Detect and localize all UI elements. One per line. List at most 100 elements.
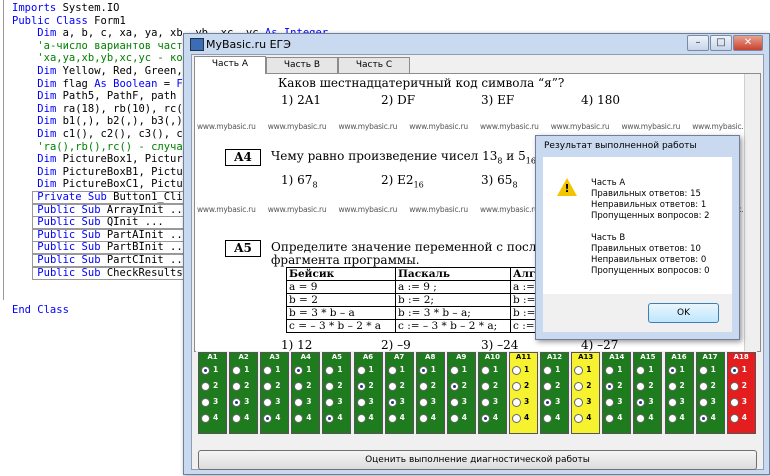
radio-circle-icon[interactable] — [263, 398, 273, 407]
answer-radio[interactable]: 3 — [605, 397, 629, 407]
radio-circle-icon[interactable] — [356, 414, 366, 423]
answer-radio[interactable]: 4 — [512, 413, 536, 423]
radio-circle-icon[interactable] — [201, 414, 210, 423]
answer-radio[interactable]: 4 — [201, 413, 225, 423]
answer-radio[interactable]: 4 — [543, 413, 567, 423]
answer-radio[interactable]: 3 — [356, 397, 381, 407]
radio-circle-icon[interactable] — [729, 398, 739, 407]
answer-radio[interactable]: 1 — [449, 365, 474, 375]
answer-radio[interactable]: 1 — [729, 365, 754, 375]
close-button[interactable]: ✕ — [733, 35, 763, 51]
radio-circle-icon[interactable] — [636, 382, 646, 391]
answer-radio[interactable]: 1 — [605, 365, 629, 375]
radio-circle-icon[interactable] — [605, 414, 615, 423]
radio-circle-icon[interactable] — [698, 414, 708, 423]
answer-radio[interactable]: 3 — [667, 397, 692, 407]
radio-circle-icon[interactable] — [667, 366, 677, 375]
radio-circle-icon[interactable] — [232, 382, 242, 391]
answer-radio[interactable]: 1 — [480, 365, 505, 375]
radio-circle-icon[interactable] — [418, 414, 428, 423]
radio-circle-icon[interactable] — [574, 366, 584, 375]
answer-radio[interactable]: 1 — [543, 365, 567, 375]
answer-radio[interactable]: 2 — [232, 381, 256, 391]
radio-circle-icon[interactable] — [418, 366, 428, 375]
tab-part-c[interactable]: Часть С — [338, 57, 410, 73]
radio-circle-icon[interactable] — [605, 382, 615, 391]
vertical-scrollbar[interactable] — [744, 74, 760, 351]
evaluate-button[interactable]: Оценить выполнение диагностической работ… — [198, 450, 757, 470]
answer-radio[interactable]: 2 — [543, 381, 567, 391]
radio-circle-icon[interactable] — [449, 382, 459, 391]
radio-circle-icon[interactable] — [543, 398, 553, 407]
answer-radio[interactable]: 4 — [418, 413, 443, 423]
maximize-button[interactable]: □ — [710, 35, 732, 51]
answer-radio[interactable]: 4 — [356, 413, 381, 423]
radio-circle-icon[interactable] — [449, 366, 459, 375]
radio-circle-icon[interactable] — [605, 398, 615, 407]
answer-radio[interactable]: 1 — [698, 365, 723, 375]
radio-circle-icon[interactable] — [387, 414, 397, 423]
ok-button[interactable]: OK — [648, 303, 719, 323]
radio-circle-icon[interactable] — [729, 382, 739, 391]
radio-circle-icon[interactable] — [201, 398, 210, 407]
radio-circle-icon[interactable] — [325, 382, 335, 391]
radio-circle-icon[interactable] — [667, 382, 677, 391]
answer-radio[interactable]: 1 — [636, 365, 660, 375]
radio-circle-icon[interactable] — [356, 366, 366, 375]
radio-circle-icon[interactable] — [263, 414, 273, 423]
radio-circle-icon[interactable] — [356, 382, 366, 391]
radio-circle-icon[interactable] — [729, 414, 739, 423]
answer-radio[interactable]: 2 — [512, 381, 536, 391]
answer-radio[interactable]: 4 — [636, 413, 660, 423]
radio-circle-icon[interactable] — [480, 382, 490, 391]
answer-radio[interactable]: 2 — [294, 381, 318, 391]
answer-radio[interactable]: 2 — [325, 381, 349, 391]
answer-radio[interactable]: 3 — [543, 397, 567, 407]
radio-circle-icon[interactable] — [605, 366, 615, 375]
radio-circle-icon[interactable] — [232, 398, 242, 407]
radio-circle-icon[interactable] — [449, 414, 459, 423]
radio-circle-icon[interactable] — [201, 366, 210, 375]
answer-radio[interactable]: 1 — [325, 365, 349, 375]
radio-circle-icon[interactable] — [512, 382, 521, 391]
radio-circle-icon[interactable] — [387, 398, 397, 407]
answer-radio[interactable]: 4 — [605, 413, 629, 423]
radio-circle-icon[interactable] — [263, 366, 273, 375]
answer-radio[interactable]: 2 — [574, 381, 598, 391]
answer-radio[interactable]: 2 — [356, 381, 381, 391]
radio-circle-icon[interactable] — [418, 398, 428, 407]
answer-radio[interactable]: 2 — [418, 381, 443, 391]
radio-circle-icon[interactable] — [574, 398, 584, 407]
answer-radio[interactable]: 1 — [387, 365, 412, 375]
tab-part-a[interactable]: Часть А — [194, 56, 266, 74]
answer-radio[interactable]: 2 — [263, 381, 287, 391]
answer-radio[interactable]: 3 — [636, 397, 660, 407]
tab-part-b[interactable]: Часть В — [266, 57, 338, 73]
radio-circle-icon[interactable] — [232, 414, 242, 423]
radio-circle-icon[interactable] — [667, 398, 677, 407]
answer-radio[interactable]: 3 — [263, 397, 287, 407]
radio-circle-icon[interactable] — [698, 366, 708, 375]
answer-radio[interactable]: 1 — [418, 365, 443, 375]
radio-circle-icon[interactable] — [512, 414, 521, 423]
radio-circle-icon[interactable] — [449, 398, 459, 407]
answer-radio[interactable]: 1 — [232, 365, 256, 375]
radio-circle-icon[interactable] — [636, 366, 646, 375]
answer-radio[interactable]: 4 — [480, 413, 505, 423]
radio-circle-icon[interactable] — [543, 382, 553, 391]
radio-circle-icon[interactable] — [574, 382, 584, 391]
radio-circle-icon[interactable] — [543, 414, 553, 423]
radio-circle-icon[interactable] — [729, 366, 739, 375]
radio-circle-icon[interactable] — [201, 382, 210, 391]
answer-radio[interactable]: 2 — [201, 381, 225, 391]
answer-radio[interactable]: 3 — [480, 397, 505, 407]
answer-radio[interactable]: 3 — [232, 397, 256, 407]
radio-circle-icon[interactable] — [512, 398, 521, 407]
answer-radio[interactable]: 3 — [574, 397, 598, 407]
answer-radio[interactable]: 3 — [387, 397, 412, 407]
radio-circle-icon[interactable] — [387, 366, 397, 375]
answer-radio[interactable]: 4 — [667, 413, 692, 423]
answer-radio[interactable]: 4 — [387, 413, 412, 423]
radio-circle-icon[interactable] — [294, 382, 304, 391]
radio-circle-icon[interactable] — [294, 398, 304, 407]
